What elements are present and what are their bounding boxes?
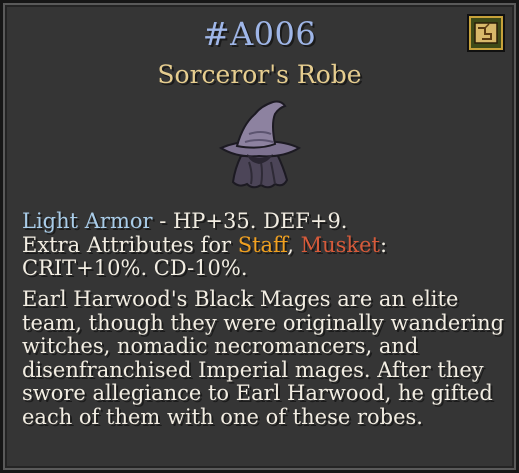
weapon-staff: Staff	[237, 232, 288, 257]
map-button[interactable]	[467, 14, 505, 52]
armor-stats: - HP+35. DEF+9.	[152, 209, 348, 233]
extra-stats: CRIT+10%. CD-10%.	[22, 256, 248, 280]
item-name: Sorceror's Robe	[157, 60, 362, 89]
item-description: Earl Harwood's Black Mages are an elite …	[22, 287, 505, 429]
item-id: #A006	[202, 15, 317, 53]
wizard-hat-robe-icon	[218, 100, 302, 189]
weapon-musket: Musket	[300, 232, 380, 257]
weapon-colon: :	[380, 232, 388, 257]
extra-attributes-prefix: Extra Attributes for	[22, 232, 238, 257]
armor-type: Light Armor	[22, 209, 153, 233]
map-scroll-icon	[474, 22, 498, 44]
item-tooltip-panel: #A006 Sorceror's Robe Light Armor - HP+3…	[0, 0, 519, 473]
item-stats: Light Armor - HP+35. DEF+9. Extra Attrib…	[22, 209, 507, 281]
weapon-separator: ,	[287, 232, 301, 257]
